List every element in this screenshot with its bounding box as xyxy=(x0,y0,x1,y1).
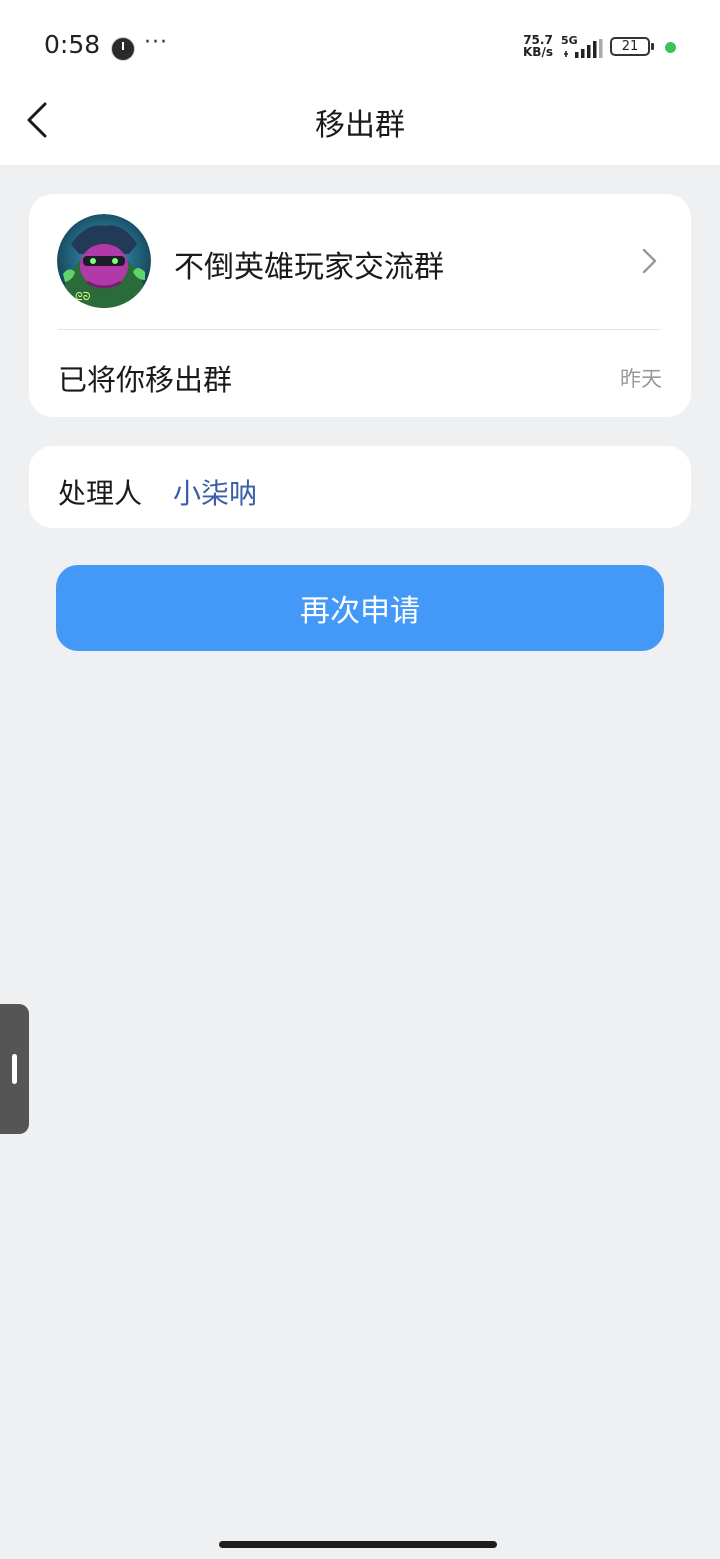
network-speed-unit: KB/s xyxy=(523,45,553,59)
battery-level: 21 xyxy=(621,39,639,54)
app-notification-icon xyxy=(111,37,135,61)
status-time: 0:58 xyxy=(44,30,101,59)
status-bar: 0:58 ··· 75.7 KB/s 5G 21 xyxy=(0,0,720,95)
chevron-right-icon[interactable] xyxy=(638,246,660,276)
network-speed: 75.7 KB/s xyxy=(520,34,556,58)
group-avatar[interactable]: ᘓᘐ xyxy=(57,214,151,308)
group-card: ᘓᘐ 不倒英雄玩家交流群 已将你移出群 昨天 xyxy=(29,194,691,417)
top-bar: 0:58 ··· 75.7 KB/s 5G 21 移出群 xyxy=(0,0,720,165)
reapply-button[interactable]: 再次申请 xyxy=(56,565,664,651)
divider xyxy=(58,329,661,330)
back-button[interactable] xyxy=(20,100,60,140)
page-title: 移出群 xyxy=(315,108,405,143)
group-avatar-image: ᘓᘐ xyxy=(57,214,151,308)
removal-message: 已将你移出群 xyxy=(58,363,233,397)
signal-icon xyxy=(564,39,603,58)
handler-card: 处理人 小柒呐 xyxy=(29,446,691,528)
message-time: 昨天 xyxy=(620,367,662,391)
status-more-indicator: ··· xyxy=(144,30,168,55)
side-drawer-handle[interactable] xyxy=(0,1004,29,1134)
svg-text:ᘓᘐ: ᘓᘐ xyxy=(75,290,91,303)
group-name[interactable]: 不倒英雄玩家交流群 xyxy=(174,242,444,286)
handler-label: 处理人 xyxy=(58,477,143,510)
battery-icon: 21 xyxy=(610,37,654,56)
active-dot-icon xyxy=(665,42,676,53)
handler-name-link[interactable]: 小柒呐 xyxy=(173,472,257,512)
home-indicator[interactable] xyxy=(219,1541,497,1548)
chevron-left-icon xyxy=(27,102,47,138)
